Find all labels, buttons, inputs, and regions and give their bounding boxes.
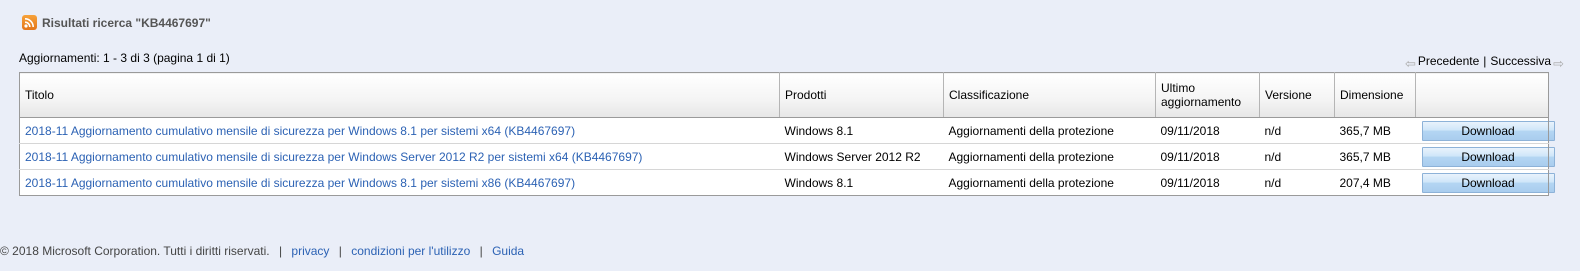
copyright-text: © 2018 Microsoft Corporation. Tutti i di… xyxy=(0,244,270,258)
size-cell: 207,4 MB xyxy=(1339,175,1391,190)
last-updated-cell: 09/11/2018 xyxy=(1155,117,1260,144)
footer-separator: | xyxy=(338,244,342,258)
column-header-size[interactable]: Dimensione xyxy=(1334,72,1416,118)
column-header-last-updated[interactable]: Ultimo aggiornamento xyxy=(1155,72,1260,118)
table-row: 2018-11 Aggiornamento cumulativo mensile… xyxy=(19,117,1555,144)
products-cell: Windows Server 2012 R2 xyxy=(779,143,944,170)
update-title-link[interactable]: 2018-11 Aggiornamento cumulativo mensile… xyxy=(25,150,642,164)
products-cell: Windows 8.1 xyxy=(784,175,854,190)
pager: ⇦ Precedente | Successiva ⇨ xyxy=(1405,50,1564,72)
search-header: Risultati ricerca "KB4467697" xyxy=(22,15,211,30)
footer: © 2018 Microsoft Corporation. Tutti i di… xyxy=(0,244,524,258)
update-title-link[interactable]: 2018-11 Aggiornamento cumulativo mensile… xyxy=(25,124,575,138)
update-title-cell: 2018-11 Aggiornamento cumulativo mensile… xyxy=(20,170,780,196)
classification-cell: Aggiornamenti della protezione xyxy=(948,175,1114,190)
column-header-title[interactable]: Titolo xyxy=(19,72,780,118)
prev-page-link[interactable]: Precedente xyxy=(1418,54,1479,68)
column-header-classification[interactable]: Classificazione xyxy=(943,72,1156,118)
download-cell: Download xyxy=(1415,117,1555,144)
table-row: 2018-11 Aggiornamento cumulativo mensile… xyxy=(20,170,1555,196)
download-cell: Download xyxy=(1415,143,1555,170)
download-cell: Download xyxy=(1416,170,1555,196)
version-cell: n/d xyxy=(1264,175,1282,190)
last-updated-cell: 09/11/2018 xyxy=(1155,143,1260,170)
update-title-link[interactable]: 2018-11 Aggiornamento cumulativo mensile… xyxy=(25,176,575,190)
arrow-right-icon[interactable]: ⇨ xyxy=(1553,56,1564,72)
update-title-cell: 2018-11 Aggiornamento cumulativo mensile… xyxy=(19,143,780,170)
help-link[interactable]: Guida xyxy=(492,244,524,258)
update-title-cell: 2018-11 Aggiornamento cumulativo mensile… xyxy=(19,117,780,144)
results-table: Titolo Prodotti Classificazione Ultimo a… xyxy=(19,72,1555,196)
rss-icon[interactable] xyxy=(22,15,37,30)
column-header-download xyxy=(1415,72,1549,118)
next-page-link[interactable]: Successiva xyxy=(1490,54,1551,68)
column-header-version[interactable]: Versione xyxy=(1259,72,1335,118)
download-button[interactable]: Download xyxy=(1421,120,1555,141)
products-cell: Windows 8.1 xyxy=(779,117,944,144)
page-title: Risultati ricerca "KB4467697" xyxy=(42,15,211,30)
download-button[interactable]: Download xyxy=(1421,172,1555,193)
last-updated-cell: 09/11/2018 xyxy=(1160,175,1220,190)
table-row: 2018-11 Aggiornamento cumulativo mensile… xyxy=(19,143,1555,170)
version-cell: n/d xyxy=(1259,117,1335,144)
footer-separator: | xyxy=(479,244,483,258)
privacy-link[interactable]: privacy xyxy=(291,244,329,258)
pager-separator: | xyxy=(1483,54,1487,68)
classification-cell: Aggiornamenti della protezione xyxy=(943,117,1156,144)
download-button[interactable]: Download xyxy=(1421,146,1555,167)
size-cell: 365,7 MB xyxy=(1334,143,1416,170)
version-cell: n/d xyxy=(1259,143,1335,170)
classification-cell: Aggiornamenti della protezione xyxy=(943,143,1156,170)
results-count: Aggiornamenti: 1 - 3 di 3 (pagina 1 di 1… xyxy=(19,51,230,65)
footer-separator: | xyxy=(278,244,283,258)
arrow-left-icon[interactable]: ⇦ xyxy=(1405,56,1416,72)
size-cell: 365,7 MB xyxy=(1334,117,1416,144)
column-header-products[interactable]: Prodotti xyxy=(779,72,944,118)
terms-link[interactable]: condizioni per l'utilizzo xyxy=(351,244,470,258)
table-header-row: Titolo Prodotti Classificazione Ultimo a… xyxy=(19,72,1549,118)
